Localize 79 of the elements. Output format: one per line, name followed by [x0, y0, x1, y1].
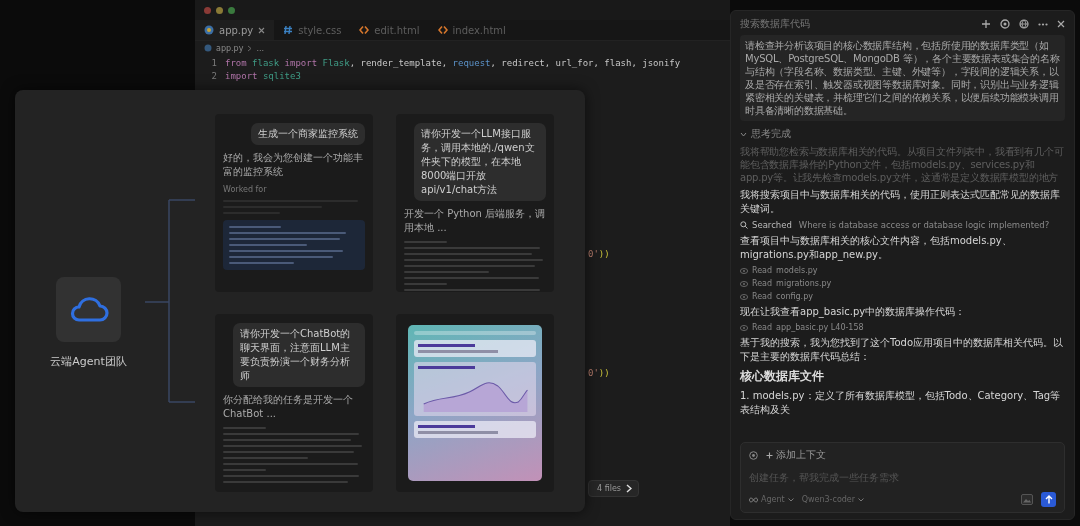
more-icon[interactable] [1038, 22, 1048, 26]
reply-text: 好的，我会为您创建一个功能丰富的监控系统 [223, 151, 364, 179]
tab-label: app.py [219, 24, 254, 36]
eye-icon [740, 280, 748, 287]
code-line: 0')) [588, 367, 610, 380]
chevron-down-icon [858, 497, 865, 502]
reply-text: 你分配给我的任务是开发一个 ChatBot ... [223, 393, 354, 421]
message-text: 我将搜索项目中与数据库相关的代码，使用正则表达式匹配常见的数据库关键词。 [740, 188, 1061, 216]
files-button[interactable]: 4 files [588, 480, 639, 497]
message-text: 现在让我查看app_basic.py中的数据库操作代码： [740, 305, 967, 319]
image-icon[interactable] [1021, 494, 1033, 505]
window-control[interactable] [228, 6, 235, 14]
eye-icon [740, 267, 748, 274]
read-label: Read [752, 323, 773, 332]
file-tab[interactable]: app.py [195, 20, 275, 40]
line-number: 1 [210, 57, 218, 70]
reply-text: 开发一个 Python 后端服务，调用本地 ... [404, 207, 546, 235]
task-card[interactable]: 请你开发一个LLM接口服务，调用本地的./qwen文件夹下的模型，在本地8000端口开放api/v1/chat方法 开发一个 Python 后端服务，调用本地 ... [396, 114, 554, 292]
chevron-right-icon [247, 44, 253, 52]
task-card[interactable]: 请你开发一个ChatBot的聊天界面，注意面LLM主要负责扮演一个财务分析师 你分配给我的任务是开发一个 ChatBot ... [215, 314, 373, 492]
read-label: Read [752, 279, 773, 288]
infinity-icon [749, 496, 758, 503]
plus-icon[interactable] [981, 19, 991, 29]
panel-title: 搜索数据库代码 [740, 17, 810, 31]
breadcrumb-item[interactable]: app.py [216, 43, 244, 53]
cloud-icon [68, 296, 109, 323]
file-name[interactable]: migrations.py [776, 279, 832, 288]
plus-icon [766, 451, 773, 459]
task-card[interactable]: 生成一个商家监控系统 好的，我会为您创建一个功能丰富的监控系统 Worked for [215, 114, 373, 292]
message-text: 1. models.py：定义了所有数据库模型，包括Todo、Category、Tag等表结构及关 [740, 389, 1062, 417]
user-message: 生成一个商家监控系统 [251, 123, 365, 145]
team-name: 云端Agent团队 [50, 354, 127, 369]
python-file-icon [204, 44, 212, 52]
chevron-right-icon [626, 484, 632, 493]
arrow-up-icon [1044, 495, 1053, 504]
search-query: Where is database access or database logic implemented? [798, 220, 1050, 230]
code-line: import sqlite3 [225, 70, 301, 83]
task-card[interactable] [396, 314, 554, 492]
user-message: 请你开发一个ChatBot的聊天界面，注意面LLM主要负责扮演一个财务分析师 [233, 323, 365, 387]
search-icon [740, 221, 748, 229]
message-text: 查看项目中与数据库相关的核心文件内容，包括models.py、migrations.py和app_new.py。 [740, 234, 1013, 262]
tab-label: index.html [452, 24, 506, 36]
close-icon[interactable] [1057, 20, 1065, 28]
send-button[interactable] [1041, 492, 1056, 507]
window-control[interactable] [216, 6, 223, 14]
file-tab[interactable]: index.html [428, 20, 515, 40]
user-prompt: 请检查并分析该项目的核心数据库结构，包括所使用的数据库类型（如 MySQL、PostgreSQL、MongoDB 等），各个主要数据表或集合的名称与结构（字段名称、数据类型、主键、外键等），字段间的逻辑关系，以及是否存在索引、触发器或视图等数据库对象。同时，识别出与业务逻辑紧密相关的关键表，并梳理它们之间的依赖关系，以便后续功能模块调用时具备清晰的数据基础。 [740, 35, 1065, 121]
file-tab[interactable]: style.css [274, 20, 351, 40]
chevron-down-icon [787, 497, 794, 502]
file-tab[interactable]: edit.html [350, 20, 429, 40]
add-context-button[interactable]: 添加上下文 [766, 448, 826, 462]
searched-label: Searched [752, 220, 792, 230]
file-name[interactable]: models.py [776, 266, 818, 275]
code-line: from flask import Flask, render_template, request, redirect, url_for, flash, jsonify [225, 57, 681, 70]
eye-icon [740, 324, 748, 331]
read-label: Read [752, 266, 773, 275]
close-icon[interactable] [258, 26, 266, 34]
eye-icon [740, 293, 748, 300]
file-name[interactable]: config.py [776, 292, 813, 301]
globe-icon[interactable] [1019, 19, 1029, 29]
mode-dropdown[interactable]: Agent [749, 495, 794, 504]
settings-icon[interactable] [1000, 19, 1010, 29]
breadcrumb-item[interactable]: ... [256, 43, 265, 53]
line-number: 2 [210, 70, 218, 83]
app-icon-tile[interactable] [56, 277, 121, 342]
message-text: 基于我的搜索，我为您找到了这个Todo应用项目中的数据库相关代码。以下是主要的数据库代码总结： [740, 336, 1064, 364]
user-message: 请你开发一个LLM接口服务，调用本地的./qwen文件夹下的模型，在本地8000端口开放api/v1/chat方法 [414, 123, 546, 201]
file-name[interactable]: app_basic.py L40-158 [776, 323, 864, 332]
thought-toggle[interactable]: 思考完成 [740, 127, 1065, 141]
model-dropdown[interactable]: Qwen3-coder [801, 495, 865, 504]
code-brackets-icon [437, 25, 448, 35]
code-line: 0')) [588, 248, 610, 261]
tab-label: edit.html [374, 24, 420, 36]
hash-icon [283, 25, 294, 35]
read-label: Read [752, 292, 773, 301]
worked-for-label: Worked for [223, 185, 268, 194]
tab-label: style.css [298, 24, 342, 36]
code-brackets-icon [359, 25, 370, 35]
section-heading: 核心数据库文件 [740, 368, 825, 385]
